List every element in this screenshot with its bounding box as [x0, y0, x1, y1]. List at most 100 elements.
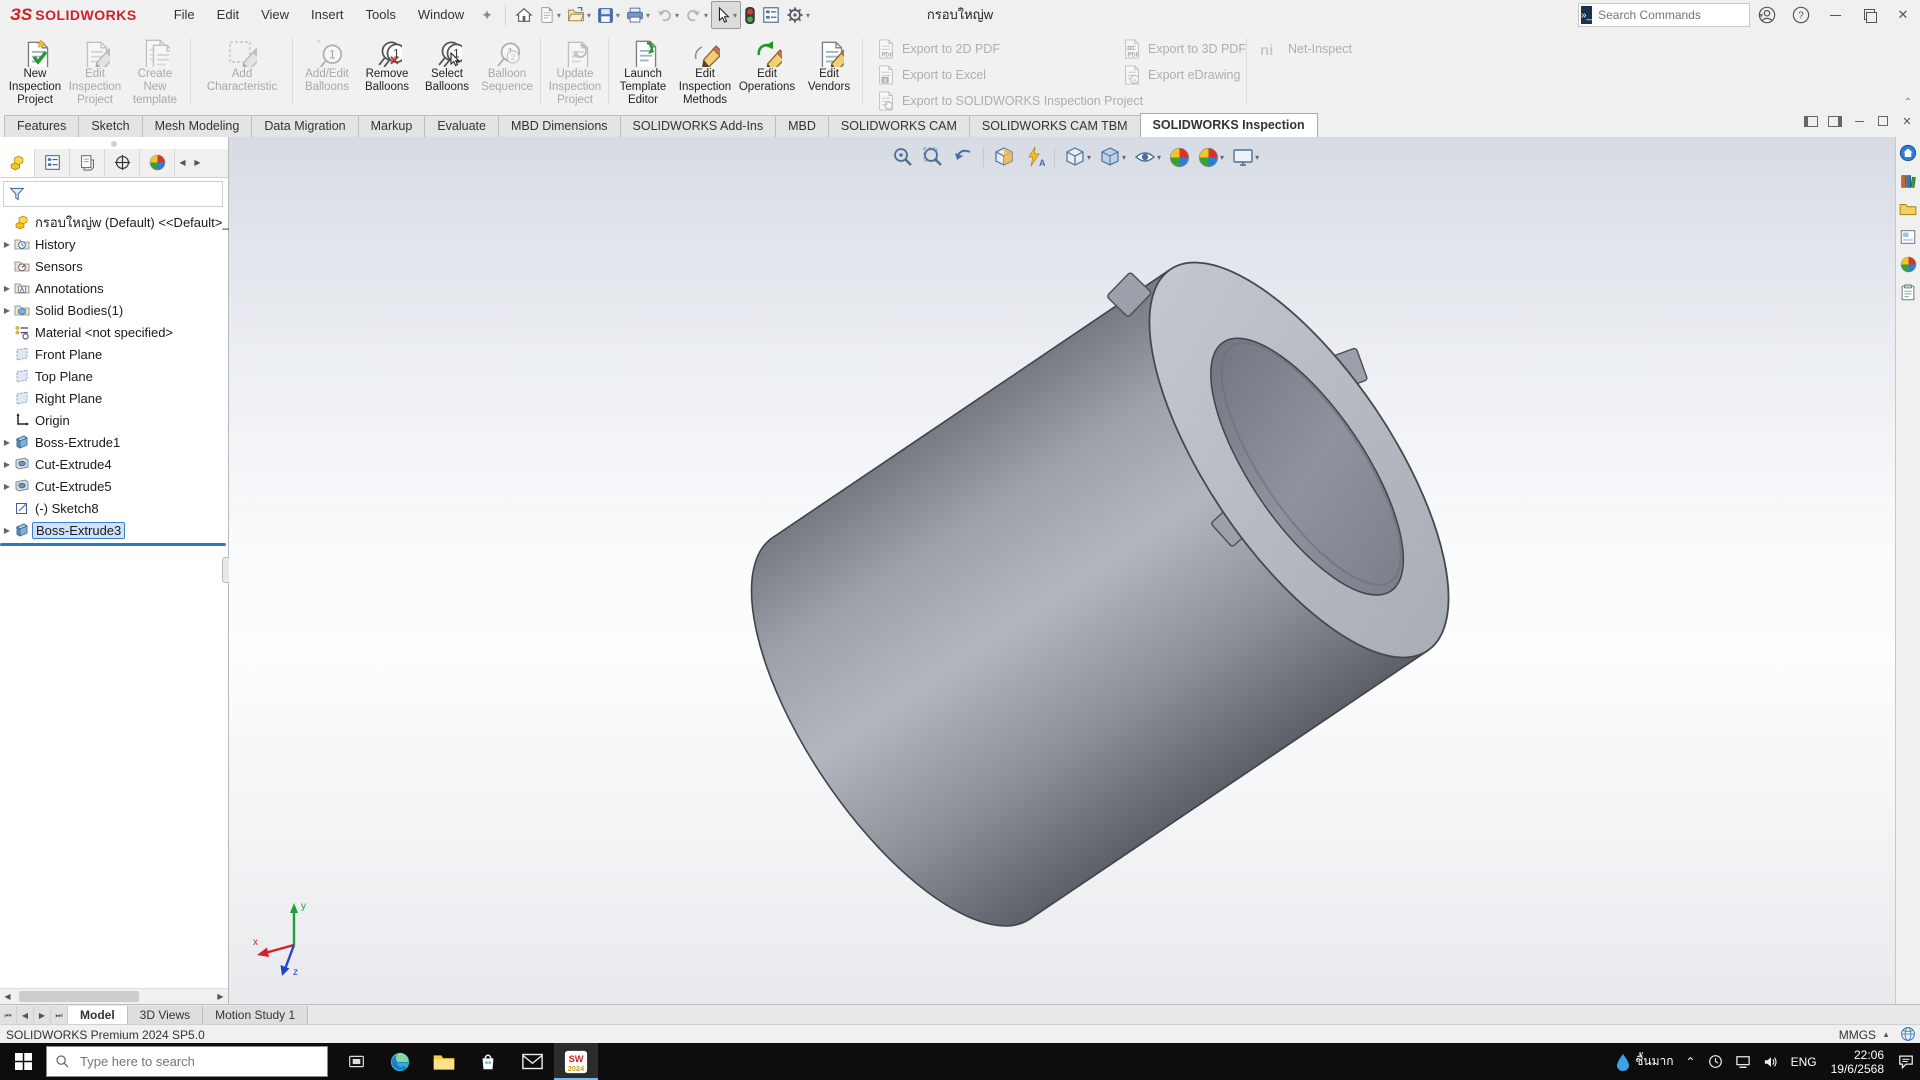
tab-sketch[interactable]: Sketch: [78, 115, 142, 137]
tab-markup[interactable]: Markup: [358, 115, 426, 137]
units-dropdown-icon[interactable]: ▲: [1882, 1030, 1890, 1039]
action-center-button[interactable]: [1892, 1043, 1920, 1080]
language-indicator[interactable]: ENG: [1785, 1043, 1823, 1080]
hidden-icons-chevron[interactable]: ⌃: [1680, 1043, 1702, 1080]
close-button[interactable]: ✕: [1886, 0, 1920, 30]
last-tab-icon[interactable]: ⏭: [51, 1006, 68, 1025]
network-tray-icon[interactable]: [1729, 1043, 1757, 1080]
tree-item-boss-extrude1[interactable]: ▶ Boss-Extrude1: [0, 431, 228, 453]
tab-solidworks-cam[interactable]: SOLIDWORKS CAM: [828, 115, 970, 137]
file-explorer-tab[interactable]: [1899, 199, 1918, 218]
options-button[interactable]: ▾: [783, 2, 813, 28]
add-characteristic-button[interactable]: Add Characteristic: [196, 34, 288, 110]
undo-button[interactable]: ▾: [653, 2, 682, 28]
tab-features[interactable]: Features: [4, 115, 79, 137]
first-tab-icon[interactable]: ⏮: [0, 1006, 17, 1025]
taskbar-search-input[interactable]: [78, 1053, 327, 1070]
balloon-sequence-button[interactable]: 2 Balloon Sequence: [478, 34, 536, 110]
tree-item-front-plane[interactable]: Front Plane: [0, 343, 228, 365]
add-edit-balloons-button[interactable]: * Add/Edit Balloons: [298, 34, 356, 110]
mail-button[interactable]: [510, 1043, 554, 1080]
select-balloons-button[interactable]: Select Balloons: [418, 34, 476, 110]
prev-tab-icon[interactable]: ◀: [17, 1006, 34, 1025]
scroll-left-icon[interactable]: ◀: [0, 992, 15, 1001]
tab-mesh-modeling[interactable]: Mesh Modeling: [142, 115, 253, 137]
expand-caret-icon[interactable]: ▶: [0, 438, 14, 447]
units-label[interactable]: MMGS: [1839, 1028, 1876, 1042]
expand-caret-icon[interactable]: ▶: [0, 306, 14, 315]
3dexperience-globe-icon[interactable]: [1900, 1026, 1916, 1042]
open-button[interactable]: ▾: [564, 2, 594, 28]
tree-root-part[interactable]: กรอบใหญ่w (Default) <<Default>_Displ: [0, 211, 228, 233]
export-to-2d-pdf-button[interactable]: PDF Export to 2D PDF: [876, 38, 1000, 60]
edit-vendors-button[interactable]: Edit Vendors: [800, 34, 858, 110]
expand-caret-icon[interactable]: ▶: [0, 526, 14, 535]
rollback-bar[interactable]: [0, 543, 226, 546]
tree-item-sketch8[interactable]: (-) Sketch8: [0, 497, 228, 519]
file-explorer-button[interactable]: [422, 1043, 466, 1080]
menu-tools[interactable]: Tools: [355, 0, 407, 30]
tree-item-cut-extrude5[interactable]: ▶ Cut-Extrude5: [0, 475, 228, 497]
account-button[interactable]: [1750, 0, 1784, 30]
scroll-right-icon[interactable]: ▶: [213, 992, 228, 1001]
tree-item-annotations[interactable]: ▶ A Annotations: [0, 277, 228, 299]
tree-horizontal-scrollbar[interactable]: ◀ ▶: [0, 988, 228, 1004]
tab-evaluate[interactable]: Evaluate: [424, 115, 499, 137]
export-to-3d-pdf-button[interactable]: 3DPDF Export to 3D PDF: [1122, 38, 1246, 60]
next-tab-icon[interactable]: ▶: [34, 1006, 51, 1025]
pane-right-icon[interactable]: [1828, 115, 1842, 127]
remove-balloons-button[interactable]: ✕ Remove Balloons: [358, 34, 416, 110]
weather-widget[interactable]: ชื้นมาก: [1610, 1043, 1679, 1080]
new-inspection-project-button[interactable]: New Inspection Project: [6, 34, 64, 110]
configuration-manager-tab[interactable]: [70, 149, 105, 176]
featuremanager-tree-tab[interactable]: [0, 149, 35, 177]
ribbon-collapse-chevron[interactable]: ⌃: [1904, 97, 1912, 108]
tab-solidworks-cam-tbm[interactable]: SOLIDWORKS CAM TBM: [969, 115, 1141, 137]
taskbar-search-box[interactable]: [46, 1046, 328, 1077]
expand-caret-icon[interactable]: ▶: [0, 460, 14, 469]
scroll-thumb[interactable]: [19, 991, 139, 1002]
save-button[interactable]: ▾: [594, 2, 623, 28]
create-new-template-button[interactable]: Create New template: [126, 34, 184, 110]
home-button[interactable]: [512, 2, 536, 28]
doc-close-icon[interactable]: ✕: [1900, 115, 1914, 127]
solidworks-resources-tab[interactable]: [1899, 143, 1918, 162]
edit-inspection-methods-button[interactable]: Edit Inspection Methods: [676, 34, 734, 110]
edit-inspection-project-button[interactable]: Edit Inspection Project: [66, 34, 124, 110]
display-manager-tab[interactable]: [140, 149, 175, 176]
tree-item-cut-extrude4[interactable]: ▶ Cut-Extrude4: [0, 453, 228, 475]
net-inspect-button[interactable]: ni Net-Inspect: [1258, 38, 1352, 60]
tree-item-origin[interactable]: Origin: [0, 409, 228, 431]
tree-item-sensors[interactable]: Sensors: [0, 255, 228, 277]
search-commands-box[interactable]: »_ ▾: [1578, 3, 1750, 27]
tab-mbd[interactable]: MBD: [775, 115, 829, 137]
tree-item-material[interactable]: Material <not specified>: [0, 321, 228, 343]
minimize-button[interactable]: [1818, 0, 1852, 30]
expand-caret-icon[interactable]: ▶: [0, 240, 14, 249]
edge-button[interactable]: [378, 1043, 422, 1080]
export-edrawing-button[interactable]: e Export eDrawing: [1122, 64, 1240, 86]
tree-item-solid-bodies[interactable]: ▶ Solid Bodies(1): [0, 299, 228, 321]
new-document-button[interactable]: ▾: [536, 2, 564, 28]
export-to-excel-button[interactable]: X Export to Excel: [876, 64, 986, 86]
graphics-viewport[interactable]: A ▾ ▾ ▾ ▾ ▾: [229, 137, 1896, 1004]
part-model-cylinder[interactable]: [229, 137, 1896, 1004]
tree-item-boss-extrude3[interactable]: ▶ Boss-Extrude3: [0, 519, 228, 541]
tab-solidworks-addins[interactable]: SOLIDWORKS Add-Ins: [620, 115, 777, 137]
custom-properties-tab[interactable]: [1899, 283, 1918, 302]
maximize-button[interactable]: [1852, 0, 1886, 30]
menu-insert[interactable]: Insert: [300, 0, 355, 30]
edit-operations-button[interactable]: Edit Operations: [738, 34, 796, 110]
help-button[interactable]: ?: [1784, 0, 1818, 30]
tree-item-history[interactable]: ▶ History: [0, 233, 228, 255]
panel-tabs-scroll-left[interactable]: ◀: [175, 149, 190, 176]
report-manager-button[interactable]: [759, 2, 783, 28]
menu-file[interactable]: File: [163, 0, 206, 30]
tab-mbd-dimensions[interactable]: MBD Dimensions: [498, 115, 621, 137]
redo-button[interactable]: ▾: [682, 2, 711, 28]
menu-window[interactable]: Window: [407, 0, 475, 30]
tab-data-migration[interactable]: Data Migration: [251, 115, 358, 137]
dimxpert-manager-tab[interactable]: [105, 149, 140, 176]
update-inspection-project-button[interactable]: Update Inspection Project: [546, 34, 604, 110]
search-commands-input[interactable]: [1596, 7, 1755, 23]
